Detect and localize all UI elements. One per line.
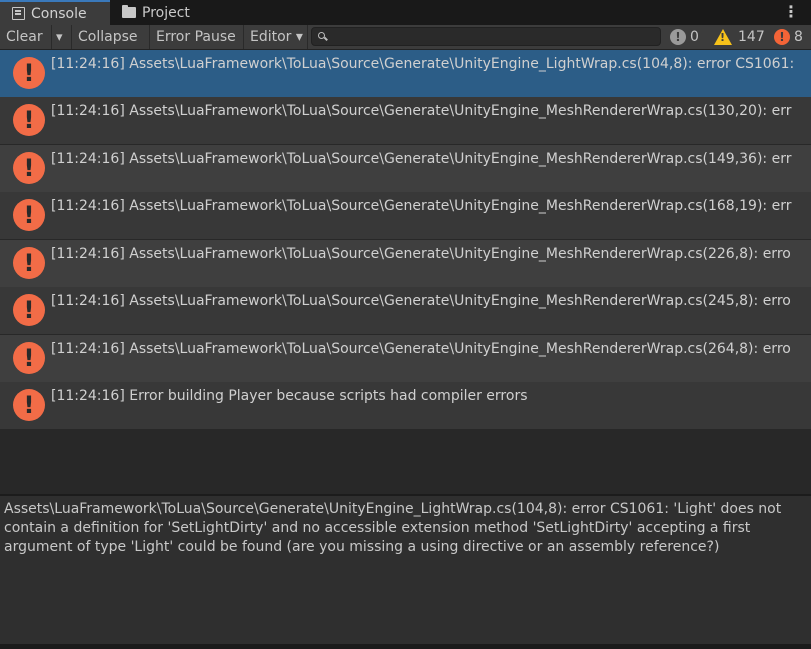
error-icon: ! — [13, 389, 45, 421]
collapse-toggle[interactable]: Collapse — [72, 25, 150, 49]
tab-project-label: Project — [142, 4, 190, 21]
error-icon: ! — [13, 199, 45, 231]
console-icon — [12, 7, 25, 20]
log-entry-text: [11:24:16] Assets\LuaFramework\ToLua\Sou… — [51, 103, 792, 119]
info-count-toggle[interactable]: ! 0 — [670, 25, 699, 49]
error-count: 8 — [794, 29, 803, 45]
warning-count: 147 — [738, 29, 765, 45]
error-icon: ! — [13, 57, 45, 89]
log-entry[interactable]: ! [11:24:16] Assets\LuaFramework\ToLua\S… — [0, 192, 811, 239]
search-input[interactable] — [311, 27, 661, 46]
clear-button[interactable]: Clear — [0, 25, 52, 49]
error-icon: ! — [13, 104, 45, 136]
editor-dropdown[interactable]: Editor ▾ — [244, 25, 308, 49]
warning-count-toggle[interactable]: ! 147 — [714, 25, 765, 49]
info-icon: ! — [670, 29, 686, 45]
console-toolbar: Clear ▾ Collapse Error Pause Editor ▾ ! … — [0, 25, 811, 50]
error-icon: ! — [13, 152, 45, 184]
log-detail-text: Assets\LuaFramework\ToLua\Source\Generat… — [4, 501, 782, 555]
folder-icon — [122, 5, 136, 18]
log-entry-text: [11:24:16] Assets\LuaFramework\ToLua\Sou… — [51, 198, 792, 214]
tab-project[interactable]: Project — [118, 0, 190, 25]
log-entry[interactable]: ! [11:24:16] Assets\LuaFramework\ToLua\S… — [0, 335, 811, 382]
log-entry[interactable]: ! [11:24:16] Error building Player becau… — [0, 382, 811, 429]
tab-bar: Console Project ⋮ — [0, 0, 811, 26]
more-menu-icon[interactable]: ⋮ — [783, 3, 799, 21]
warning-icon: ! — [714, 29, 732, 45]
tab-console-label: Console — [31, 5, 87, 22]
error-pause-toggle[interactable]: Error Pause — [150, 25, 244, 49]
error-icon: ! — [13, 342, 45, 374]
log-entry-text: [11:24:16] Error building Player because… — [51, 388, 528, 404]
error-icon: ! — [13, 247, 45, 279]
log-entry-text: [11:24:16] Assets\LuaFramework\ToLua\Sou… — [51, 293, 791, 309]
log-detail-pane[interactable]: Assets\LuaFramework\ToLua\Source\Generat… — [0, 496, 811, 644]
log-list: ! [11:24:16] Assets\LuaFramework\ToLua\S… — [0, 50, 811, 494]
search-icon — [318, 32, 325, 39]
error-icon: ! — [13, 294, 45, 326]
error-icon: ! — [774, 29, 790, 45]
log-entry[interactable]: ! [11:24:16] Assets\LuaFramework\ToLua\S… — [0, 145, 811, 192]
log-entry-text: [11:24:16] Assets\LuaFramework\ToLua\Sou… — [51, 56, 795, 72]
bottom-edge — [0, 644, 811, 649]
log-entry[interactable]: ! [11:24:16] Assets\LuaFramework\ToLua\S… — [0, 287, 811, 334]
log-entry[interactable]: ! [11:24:16] Assets\LuaFramework\ToLua\S… — [0, 50, 811, 97]
log-entry-text: [11:24:16] Assets\LuaFramework\ToLua\Sou… — [51, 151, 792, 167]
log-entry-text: [11:24:16] Assets\LuaFramework\ToLua\Sou… — [51, 341, 791, 357]
error-count-toggle[interactable]: ! 8 — [774, 25, 803, 49]
log-entry-text: [11:24:16] Assets\LuaFramework\ToLua\Sou… — [51, 246, 791, 262]
info-count: 0 — [690, 29, 699, 45]
log-entry[interactable]: ! [11:24:16] Assets\LuaFramework\ToLua\S… — [0, 240, 811, 287]
clear-options-dropdown[interactable]: ▾ — [52, 25, 72, 49]
tab-console[interactable]: Console — [0, 0, 110, 25]
log-entry[interactable]: ! [11:24:16] Assets\LuaFramework\ToLua\S… — [0, 97, 811, 144]
